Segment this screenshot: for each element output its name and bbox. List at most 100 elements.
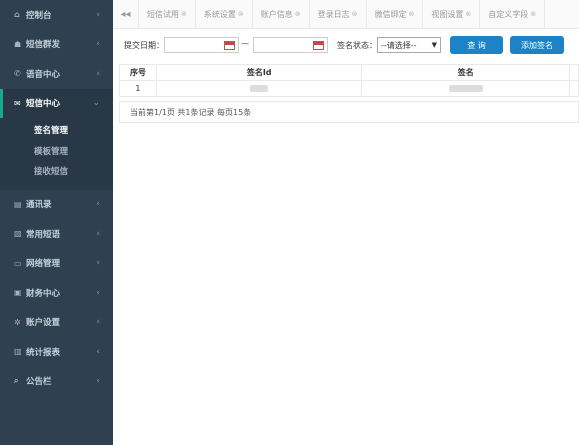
table-cell-extra — [569, 80, 579, 97]
status-select-value: --请选择-- — [381, 40, 417, 50]
chevron-left-icon: ‹ — [96, 287, 100, 298]
chevron-left-icon: ‹ — [96, 228, 100, 239]
sidebar-item-sms-broadcast[interactable]: ☗ 短信群发 ‹ — [0, 30, 113, 60]
sidebar-item-label: 控制台 — [26, 10, 52, 21]
money-icon: ▣ — [14, 288, 22, 298]
sidebar-item-label: 网络管理 — [26, 259, 61, 270]
tab-bar: ◂◂ 短信试用 ⊗ 系统设置 ⊗ 账户信息 ⊗ 登录日志 ⊗ 微信绑定 ⊗ 视图设置 ⊗ 自… — [113, 0, 579, 29]
chevron-down-icon: ⌄ — [92, 98, 100, 109]
status-label: 签名状态： — [337, 41, 377, 50]
tab-label: 微信绑定 — [374, 9, 407, 19]
date-range-dash: — — [241, 39, 249, 48]
chevron-left-icon: ‹ — [96, 258, 100, 269]
sidebar-item-finance[interactable]: ▣ 财务中心 ‹ — [0, 278, 113, 308]
sidebar-item-label: 账户设置 — [26, 318, 61, 329]
sidebar-item-network[interactable]: ▭ 网络管理 ‹ — [0, 249, 113, 279]
main-content: 提交日期： — 签名状态： --请选择-- ▼ 查 询 添加签名 序号 签名Id… — [113, 29, 579, 445]
tab-system-settings[interactable]: 系统设置 ⊗ — [196, 0, 253, 28]
chevron-left-icon: ‹ — [96, 9, 100, 20]
tab-label: 账户信息 — [260, 9, 293, 19]
table-cell-signature — [361, 80, 570, 97]
tab-wechat-bind[interactable]: 微信绑定 ⊗ — [367, 0, 424, 28]
close-icon[interactable]: ⊗ — [530, 10, 536, 18]
column-header-extra — [569, 64, 579, 81]
sidebar-item-label: 短信群发 — [26, 40, 61, 51]
sidebar-item-bulletin[interactable]: ⌕ 公告栏 ‹ — [0, 367, 113, 397]
chevron-left-icon: ‹ — [96, 199, 100, 210]
start-date-input[interactable] — [164, 37, 239, 53]
sidebar-item-label: 短信中心 — [26, 99, 61, 110]
sidebar-subitem-receive[interactable]: 接收短信 — [0, 161, 113, 182]
search-icon: ⌕ — [14, 376, 19, 386]
tab-sms-trial[interactable]: 短信试用 ⊗ — [139, 0, 196, 28]
submit-date-label: 提交日期： — [124, 41, 164, 50]
dropdown-arrow-icon: ▼ — [431, 41, 437, 49]
sidebar-item-label: 公告栏 — [26, 377, 52, 388]
sidebar-item-contacts[interactable]: ▤ 通讯录 ‹ — [0, 190, 113, 220]
column-header-signature-id: 签名Id — [155, 64, 363, 81]
tab-scroll-left-button[interactable]: ◂◂ — [113, 0, 139, 28]
table-cell-index: 1 — [119, 80, 157, 97]
column-header-index: 序号 — [119, 64, 157, 81]
sidebar-item-phrases[interactable]: ▧ 常用短语 ‹ — [0, 219, 113, 249]
envelope-icon: ✉ — [14, 98, 21, 108]
tab-label: 登录日志 — [317, 9, 350, 19]
sidebar-item-label: 语音中心 — [26, 69, 61, 80]
sidebar-item-label: 通讯录 — [26, 200, 52, 211]
calendar-icon[interactable] — [224, 41, 235, 50]
signature-table: 序号 签名Id 签名 1 — [119, 64, 579, 97]
chart-icon: ▥ — [14, 347, 22, 357]
sidebar-item-dashboard[interactable]: ⌂ 控制台 ‹ — [0, 0, 113, 30]
end-date-input[interactable] — [253, 37, 328, 53]
file-icon: ▧ — [14, 229, 22, 239]
sidebar-subitem-signature[interactable]: 签名管理 — [0, 120, 113, 141]
sidebar-item-label: 财务中心 — [26, 288, 61, 299]
sidebar: ⌂ 控制台 ‹ ☗ 短信群发 ‹ ✆ 语音中心 ‹ ✉ 短信中心 ⌄ 签名管理 … — [0, 0, 113, 445]
chevron-left-icon: ‹ — [96, 346, 100, 357]
table-cell-signature-id — [155, 80, 363, 97]
sidebar-item-label: 常用短语 — [26, 229, 61, 240]
filter-bar: 提交日期： — 签名状态： --请选择-- ▼ 查 询 添加签名 — [113, 29, 579, 61]
tab-account-info[interactable]: 账户信息 ⊗ — [253, 0, 310, 28]
close-icon[interactable]: ⊗ — [238, 10, 244, 18]
close-icon[interactable]: ⊗ — [295, 10, 301, 18]
chevron-left-icon: ‹ — [96, 39, 100, 50]
monitor-icon: ▭ — [14, 258, 22, 268]
tab-custom-fields[interactable]: 自定义字段 ⊗ — [480, 0, 546, 28]
close-icon[interactable]: ⊗ — [465, 10, 471, 18]
close-icon[interactable]: ⊗ — [409, 10, 415, 18]
home-icon: ⌂ — [14, 10, 20, 20]
search-button[interactable]: 查 询 — [450, 36, 503, 54]
sidebar-item-reports[interactable]: ▥ 统计报表 ‹ — [0, 337, 113, 367]
chevron-left-icon: ‹ — [96, 376, 100, 387]
chevron-left-icon: ‹ — [96, 317, 100, 328]
sidebar-item-voice-center[interactable]: ✆ 语音中心 ‹ — [0, 59, 113, 89]
book-icon: ▤ — [14, 199, 22, 209]
tab-label: 自定义字段 — [488, 9, 529, 19]
chevron-left-icon: ‹ — [96, 68, 100, 79]
add-signature-button[interactable]: 添加签名 — [510, 36, 564, 54]
sidebar-item-label: 统计报表 — [26, 347, 61, 358]
sidebar-submenu: 签名管理 模板管理 接收短信 — [0, 118, 113, 190]
gear-icon: ✲ — [14, 317, 21, 327]
redacted-text — [448, 85, 483, 92]
pagination-info: 当前第1/1页 共1条记录 每页15条 — [119, 101, 579, 123]
redacted-text — [250, 85, 269, 92]
sidebar-item-sms-center[interactable]: ✉ 短信中心 ⌄ — [0, 88, 113, 118]
sidebar-subitem-template[interactable]: 模板管理 — [0, 141, 113, 162]
column-header-signature: 签名 — [361, 64, 570, 81]
phone-icon: ✆ — [14, 69, 21, 79]
table-row[interactable]: 1 — [119, 80, 579, 97]
table-header-row: 序号 签名Id 签名 — [119, 64, 579, 81]
tab-label: 视图设置 — [431, 9, 464, 19]
tab-view-settings[interactable]: 视图设置 ⊗ — [423, 0, 481, 28]
group-icon: ☗ — [14, 39, 22, 49]
close-icon[interactable]: ⊗ — [352, 10, 358, 18]
sidebar-item-account[interactable]: ✲ 账户设置 ‹ — [0, 308, 113, 338]
tab-label: 系统设置 — [203, 9, 236, 19]
tab-login-log[interactable]: 登录日志 ⊗ — [310, 0, 367, 28]
status-select[interactable]: --请选择-- ▼ — [377, 37, 441, 53]
close-icon[interactable]: ⊗ — [181, 10, 187, 18]
calendar-icon[interactable] — [313, 41, 324, 50]
tab-label: 短信试用 — [147, 9, 179, 19]
